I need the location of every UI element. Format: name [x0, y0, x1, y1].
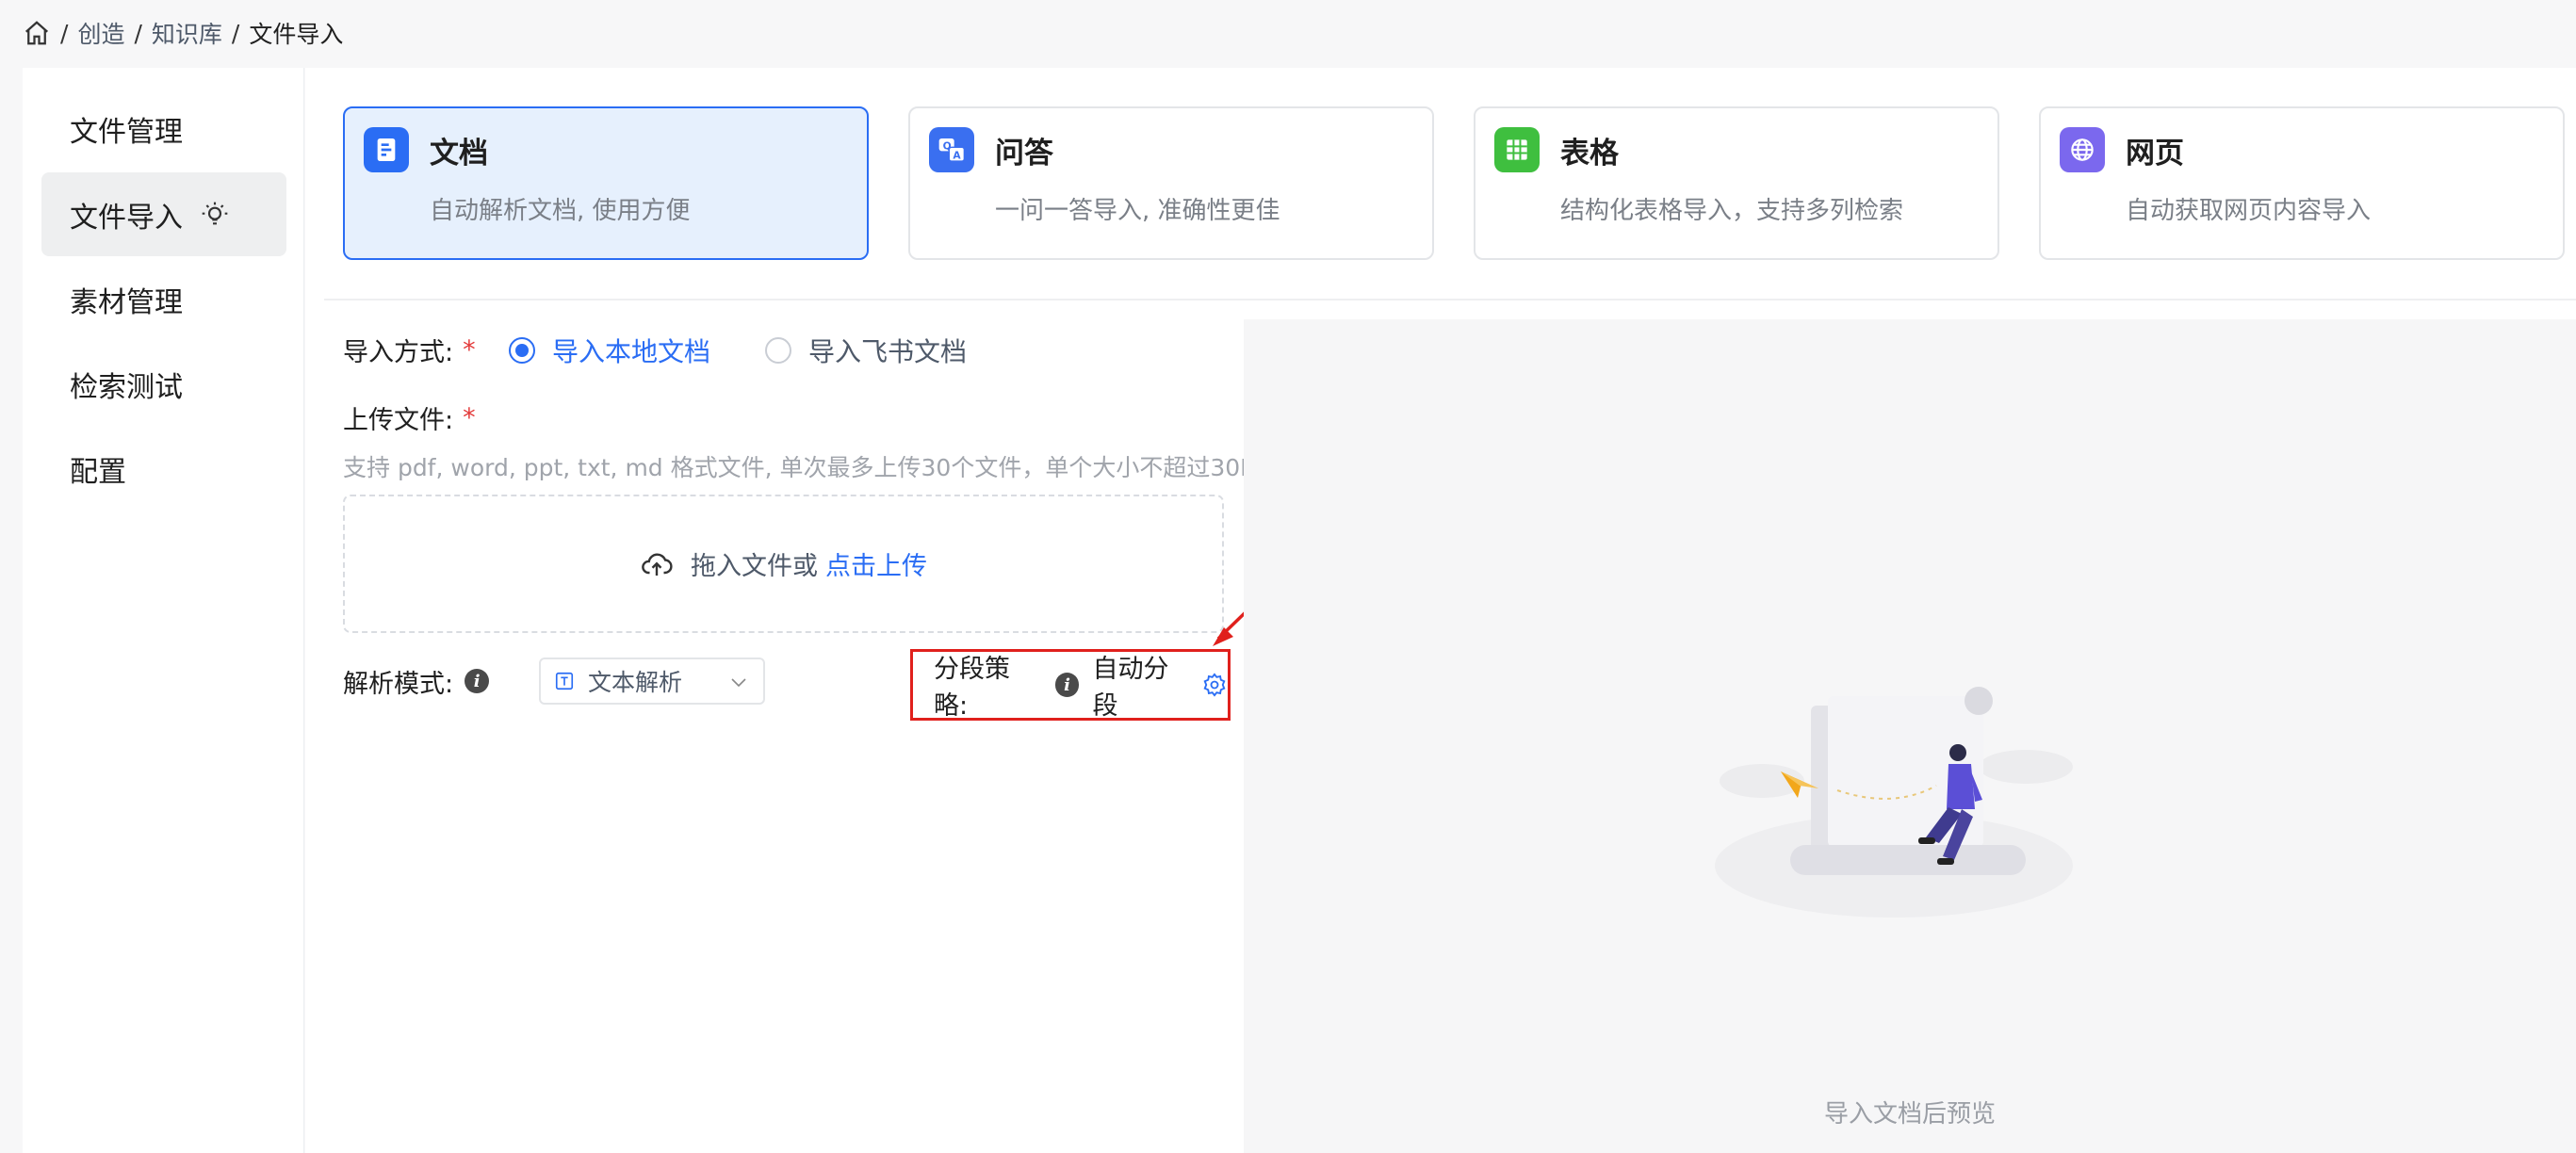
radio-label: 导入本地文档: [552, 336, 711, 367]
radio-dot: [765, 337, 791, 364]
gear-icon[interactable]: [1201, 672, 1228, 698]
import-type-table[interactable]: 表格 结构化表格导入，支持多列检索: [1474, 106, 1999, 260]
main-content: 文档 自动解析文档, 使用方便 QA 问答 一问一答导入, 准确性更佳 表格 结…: [305, 68, 2576, 1153]
preview-panel: 导入文档后预览: [1244, 319, 2576, 1153]
divider: [324, 299, 2576, 300]
card-desc: 自动获取网页内容导入: [2126, 197, 2372, 225]
import-type-qa[interactable]: QA 问答 一问一答导入, 准确性更佳: [908, 106, 1434, 260]
breadcrumb-create[interactable]: 创造: [77, 16, 124, 50]
sidebar-item-label: 检索测试: [70, 370, 183, 404]
sidebar-item-file-import[interactable]: 文件导入: [41, 172, 286, 256]
globe-icon: [2060, 127, 2105, 172]
import-method-label: 导入方式: *: [343, 332, 476, 368]
parse-mode-row: 解析模式: i 文本解析: [343, 658, 765, 705]
upload-dropzone[interactable]: 拖入文件或 点击上传: [343, 495, 1224, 633]
upload-label-text: 上传文件:: [343, 406, 454, 435]
sidebar-item-file-management[interactable]: 文件管理: [41, 87, 286, 171]
card-title: 表格: [1560, 137, 1619, 171]
click-upload-link[interactable]: 点击上传: [825, 545, 927, 582]
chevron-down-icon: [727, 671, 750, 699]
card-title: 问答: [995, 137, 1053, 171]
sidebar-item-retrieval-test[interactable]: 检索测试: [41, 342, 286, 426]
qa-icon: QA: [929, 127, 974, 172]
card-title: 文档: [430, 137, 488, 171]
sidebar-item-label: 文件导入: [70, 201, 183, 235]
svg-text:A: A: [953, 149, 961, 161]
cloud-upload-icon: [640, 547, 674, 581]
card-desc: 一问一答导入, 准确性更佳: [995, 197, 1280, 225]
sidebar-item-config[interactable]: 配置: [41, 427, 286, 511]
segment-strategy-value: 自动分段: [1092, 655, 1169, 721]
required-mark: *: [463, 335, 476, 365]
segment-strategy-label: 分段策略:: [934, 655, 1010, 721]
breadcrumb-knowledge-base[interactable]: 知识库: [152, 16, 222, 50]
document-icon: [364, 127, 409, 172]
text-parse-icon: [554, 671, 575, 691]
lightbulb-icon: [200, 200, 230, 230]
preview-empty-text: 导入文档后预览: [1823, 1100, 1996, 1129]
sidebar-item-material-management[interactable]: 素材管理: [41, 257, 286, 341]
breadcrumb-separator: /: [134, 19, 142, 47]
required-mark: *: [463, 403, 476, 432]
sidebar: 文件管理 文件导入 素材管理 检索测试 配置: [23, 68, 304, 1153]
info-icon[interactable]: i: [1054, 673, 1080, 697]
segment-strategy: 分段策略: i 自动分段: [910, 649, 1231, 721]
empty-illustration: [1696, 677, 2092, 926]
parse-mode-value: 文本解析: [588, 669, 683, 696]
info-icon[interactable]: i: [465, 669, 490, 693]
table-icon: [1494, 127, 1540, 172]
breadcrumb-separator: /: [231, 19, 240, 47]
radio-local-document[interactable]: 导入本地文档: [509, 332, 710, 369]
breadcrumb: / 创造 / 知识库 / 文件导入: [23, 13, 343, 53]
import-type-webpage[interactable]: 网页 自动获取网页内容导入: [2039, 106, 2565, 260]
breadcrumb-separator: /: [60, 19, 69, 47]
radio-dot: [509, 337, 535, 364]
sidebar-item-label: 配置: [70, 455, 126, 489]
parse-mode-label: 解析模式:: [343, 669, 454, 699]
upload-label: 上传文件: *: [343, 399, 476, 436]
sidebar-item-label: 素材管理: [70, 285, 183, 319]
radio-label: 导入飞书文档: [808, 336, 968, 367]
card-title: 网页: [2126, 137, 2184, 171]
import-type-document[interactable]: 文档 自动解析文档, 使用方便: [343, 106, 869, 260]
card-desc: 结构化表格导入，支持多列检索: [1560, 197, 1904, 225]
home-icon[interactable]: [23, 19, 51, 47]
sidebar-item-label: 文件管理: [70, 115, 183, 149]
dropzone-text: 拖入文件或: [691, 552, 818, 581]
card-desc: 自动解析文档, 使用方便: [430, 197, 691, 225]
upload-hint: 支持 pdf, word, ppt, txt, md 格式文件, 单次最多上传3…: [343, 454, 1261, 481]
radio-feishu-document[interactable]: 导入飞书文档: [765, 332, 967, 369]
import-method-label-text: 导入方式:: [343, 338, 454, 367]
parse-mode-select[interactable]: 文本解析: [539, 658, 765, 705]
breadcrumb-file-import: 文件导入: [249, 21, 344, 48]
